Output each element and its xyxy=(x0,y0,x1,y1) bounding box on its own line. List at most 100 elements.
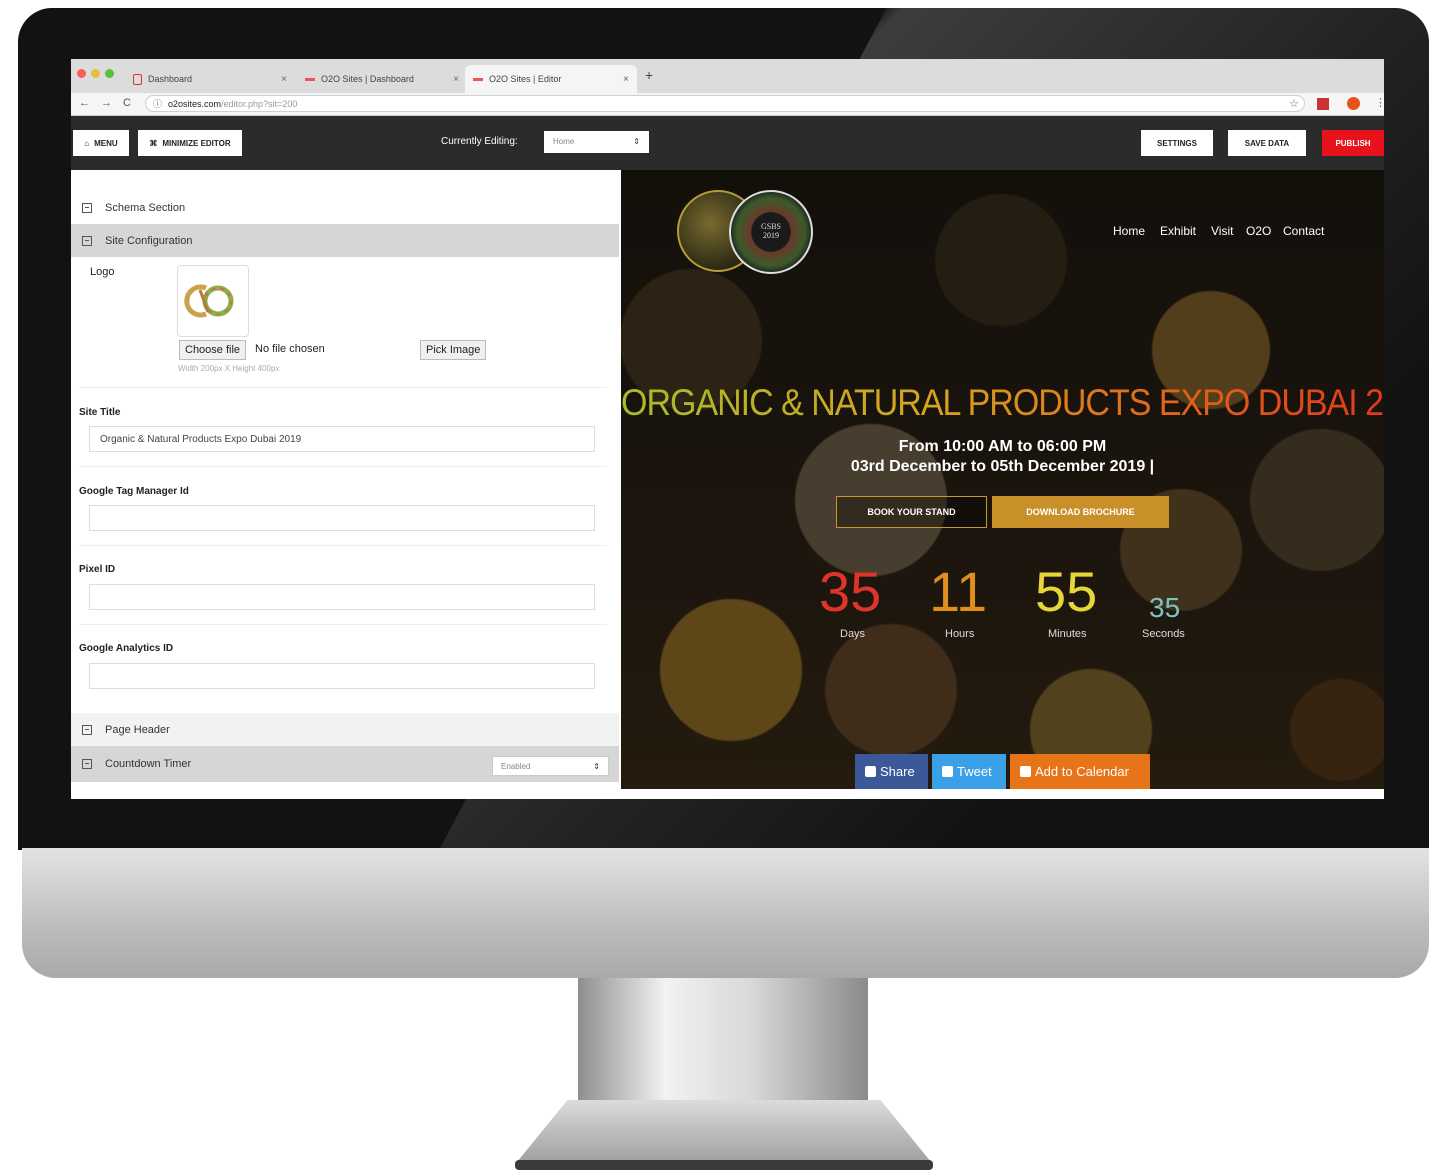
menu-button-label: MENU xyxy=(94,138,118,148)
section-site-configuration[interactable]: Site Configuration xyxy=(71,224,619,257)
share-label: Share xyxy=(880,764,915,779)
screen: Dashboard × O2O Sites | Dashboard × O2O … xyxy=(71,59,1384,799)
minimize-editor-label: MINIMIZE EDITOR xyxy=(162,138,231,148)
collapse-icon xyxy=(82,724,92,735)
minimize-icon: ⌘ xyxy=(149,138,158,148)
countdown-minutes: 55 xyxy=(1035,560,1098,623)
o2o-logo-icon xyxy=(184,284,234,318)
extension-orange-icon[interactable] xyxy=(1347,97,1360,110)
logo-preview xyxy=(177,265,249,337)
section-page-header[interactable]: Page Header xyxy=(71,713,619,746)
section-schema[interactable]: Schema Section xyxy=(71,191,619,224)
save-data-button[interactable]: SAVE DATA xyxy=(1228,130,1306,156)
preview-nav-exhibit[interactable]: Exhibit xyxy=(1160,224,1196,238)
close-window-button[interactable] xyxy=(77,69,86,78)
editor-panel: Schema Section Site Configuration Logo C… xyxy=(71,170,619,799)
window-controls xyxy=(77,69,114,78)
menu-button[interactable]: ⌂ MENU xyxy=(73,130,129,156)
preview-nav-contact[interactable]: Contact xyxy=(1283,224,1324,238)
monitor-stand-neck xyxy=(578,978,868,1108)
countdown-minutes-label: Minutes xyxy=(1048,628,1087,640)
close-tab-icon[interactable]: × xyxy=(623,74,629,85)
o2o-favicon-icon xyxy=(473,77,483,81)
tab-dashboard[interactable]: Dashboard × xyxy=(125,65,295,93)
twitter-icon xyxy=(942,766,953,777)
browser-tab-bar: Dashboard × O2O Sites | Dashboard × O2O … xyxy=(71,59,1384,93)
zoom-window-button[interactable] xyxy=(105,69,114,78)
event-time: From 10:00 AM to 06:00 PM xyxy=(898,438,1107,455)
divider xyxy=(79,466,607,467)
collapse-icon xyxy=(82,759,92,769)
page-select-value: Home xyxy=(553,137,575,146)
close-tab-icon[interactable]: × xyxy=(453,74,459,85)
tweet-label: Tweet xyxy=(957,764,992,779)
add-to-calendar-button[interactable]: Add to Calendar xyxy=(1010,754,1150,789)
calendar-icon xyxy=(1020,766,1031,777)
gtm-label: Google Tag Manager Id xyxy=(79,486,189,497)
event-logo: GSBS 2019 xyxy=(729,190,813,274)
event-dates: 03rd December to 05th December 2019 | xyxy=(850,458,1155,475)
countdown-select-value: Enabled xyxy=(501,762,531,771)
pick-image-button[interactable]: Pick Image xyxy=(420,340,487,360)
minimize-window-button[interactable] xyxy=(91,69,100,78)
logo-label: Logo xyxy=(90,266,115,278)
editor-toolbar: ⌂ MENU ⌘ MINIMIZE EDITOR Currently Editi… xyxy=(71,116,1384,170)
share-facebook-button[interactable]: Share xyxy=(855,754,928,789)
collapse-icon xyxy=(82,235,92,246)
section-title: Schema Section xyxy=(105,201,186,214)
browser-address-bar: ← → C ⓘ o2osites.com/editor.php?sit=200 … xyxy=(71,93,1384,116)
url-path: /editor.php?sit=200 xyxy=(221,99,298,109)
pixel-id-input[interactable] xyxy=(89,584,595,610)
choose-file-button[interactable]: Choose file xyxy=(179,340,247,360)
pixel-id-label: Pixel ID xyxy=(79,564,116,575)
countdown-enabled-select[interactable]: Enabled ⇕ xyxy=(492,756,609,776)
countdown-hours: 11 xyxy=(929,560,988,623)
extension-icon[interactable] xyxy=(1317,98,1329,110)
facebook-icon xyxy=(865,766,876,777)
home-icon: ⌂ xyxy=(84,138,90,148)
back-button[interactable]: ← xyxy=(79,97,90,109)
ga-id-input[interactable] xyxy=(89,663,595,689)
countdown-hours-label: Hours xyxy=(945,628,975,640)
new-tab-button[interactable]: + xyxy=(645,67,653,83)
ga-id-label: Google Analytics ID xyxy=(79,643,174,654)
close-tab-icon[interactable]: × xyxy=(281,74,287,85)
o2o-favicon-icon xyxy=(305,77,315,81)
site-info-icon[interactable]: ⓘ xyxy=(153,96,162,113)
currently-editing-label: Currently Editing: xyxy=(441,136,518,147)
section-title: Page Header xyxy=(105,723,170,736)
section-title: Site Configuration xyxy=(105,234,193,247)
url-input[interactable]: ⓘ o2osites.com/editor.php?sit=200 xyxy=(145,95,1305,112)
countdown-days: 35 xyxy=(819,560,882,623)
tab-label: O2O Sites | Dashboard xyxy=(321,74,414,84)
event-headline: ORGANIC & NATURAL PRODUCTS EXPO DUBAI 20… xyxy=(621,382,1384,424)
tab-o2o-editor[interactable]: O2O Sites | Editor × xyxy=(465,65,637,93)
share-twitter-button[interactable]: Tweet xyxy=(932,754,1006,789)
section-title: Countdown Timer xyxy=(105,758,192,770)
publish-button[interactable]: PUBLISH xyxy=(1322,130,1384,156)
settings-button[interactable]: SETTINGS xyxy=(1141,130,1213,156)
monitor-chin xyxy=(22,848,1429,978)
countdown-days-label: Days xyxy=(840,628,866,640)
gtm-input[interactable] xyxy=(89,505,595,531)
preview-nav-home[interactable]: Home xyxy=(1113,224,1145,238)
countdown-seconds-label: Seconds xyxy=(1142,628,1185,640)
bookmark-star-icon[interactable]: ☆ xyxy=(1289,97,1299,110)
site-title-input[interactable]: Organic & Natural Products Expo Dubai 20… xyxy=(89,426,595,452)
reload-button[interactable]: C xyxy=(123,97,131,109)
divider xyxy=(79,624,607,625)
select-caret-icon: ⇕ xyxy=(633,137,640,146)
preview-nav-o2o[interactable]: O2O xyxy=(1246,224,1271,238)
divider xyxy=(79,545,607,546)
page-select[interactable]: Home ⇕ xyxy=(544,131,649,153)
tab-o2o-dashboard[interactable]: O2O Sites | Dashboard × xyxy=(297,65,467,93)
preview-nav-visit[interactable]: Visit xyxy=(1211,224,1233,238)
browser-menu-icon[interactable]: ⋮ xyxy=(1375,96,1384,109)
logo-text: GSBS xyxy=(760,222,781,231)
minimize-editor-button[interactable]: ⌘ MINIMIZE EDITOR xyxy=(138,130,242,156)
download-brochure-button[interactable]: DOWNLOAD BROCHURE xyxy=(992,496,1169,528)
forward-button[interactable]: → xyxy=(101,97,112,109)
site-preview: GSBS 2019 Home Exhibit Visit O2O Contact … xyxy=(621,170,1384,789)
book-stand-button[interactable]: BOOK YOUR STAND xyxy=(836,496,987,528)
site-title-label: Site Title xyxy=(79,407,121,418)
